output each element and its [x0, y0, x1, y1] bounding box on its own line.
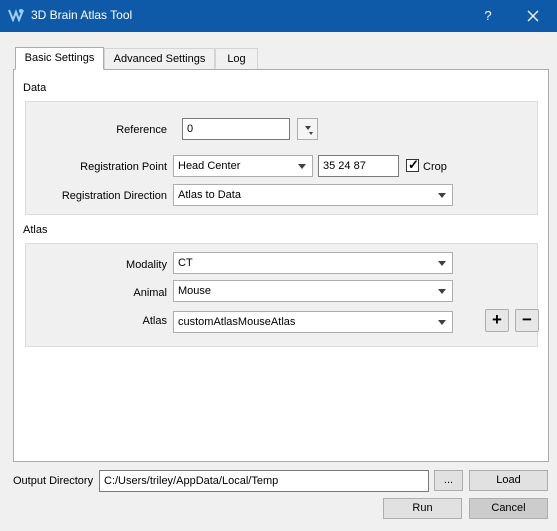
plus-icon: +	[492, 310, 502, 329]
modality-value: CT	[178, 257, 193, 269]
animal-select[interactable]: Mouse	[173, 280, 453, 302]
atlas-groupbox: Modality CT Animal Mouse Atlas customAtl…	[25, 243, 539, 347]
chevron-down-icon	[438, 289, 446, 294]
window-title: 3D Brain Atlas Tool	[31, 8, 133, 22]
chevron-down-icon	[438, 261, 446, 266]
animal-label: Animal	[133, 287, 167, 299]
registration-direction-select[interactable]: Atlas to Data	[173, 184, 453, 206]
atlas-label: Atlas	[142, 315, 167, 327]
load-button[interactable]: Load	[469, 470, 548, 491]
registration-direction-label: Registration Direction	[61, 190, 167, 202]
atlas-section-heading: Atlas	[23, 224, 48, 236]
basic-settings-panel: Data Reference Registration Point Head C…	[13, 69, 549, 462]
chevron-down-icon	[438, 320, 446, 325]
crop-checkbox[interactable]: ✓	[406, 157, 419, 172]
minus-icon: −	[522, 310, 532, 329]
registration-direction-value: Atlas to Data	[178, 189, 241, 201]
title-bar: 3D Brain Atlas Tool ?	[0, 0, 557, 32]
atlas-value: customAtlasMouseAtlas	[178, 316, 296, 328]
modality-select[interactable]: CT	[173, 252, 453, 274]
data-groupbox: Reference Registration Point Head Center…	[25, 101, 538, 215]
modality-label: Modality	[126, 259, 167, 271]
small-chevron-down-icon	[309, 132, 313, 135]
cancel-button[interactable]: Cancel	[469, 498, 548, 519]
crop-label: Crop	[423, 161, 447, 173]
chevron-down-icon	[305, 126, 311, 130]
chevron-down-icon	[438, 193, 446, 198]
help-button[interactable]: ?	[472, 0, 504, 32]
chevron-down-icon	[298, 164, 306, 169]
checkmark-icon: ✓	[408, 157, 419, 172]
registration-point-label: Registration Point	[80, 161, 167, 173]
close-icon	[527, 10, 539, 22]
animal-value: Mouse	[178, 285, 212, 297]
run-button[interactable]: Run	[383, 498, 462, 519]
output-directory-input[interactable]	[99, 470, 429, 492]
app-logo-icon	[8, 9, 24, 22]
registration-coords-input[interactable]	[318, 155, 399, 177]
output-directory-label: Output Directory	[13, 475, 94, 487]
reference-input[interactable]	[182, 118, 290, 140]
tab-log[interactable]: Log	[215, 48, 258, 71]
data-section-heading: Data	[23, 82, 47, 94]
browse-button[interactable]: ...	[434, 470, 463, 491]
registration-point-select[interactable]: Head Center	[173, 155, 313, 177]
close-button[interactable]	[515, 0, 551, 32]
remove-atlas-button[interactable]: −	[515, 309, 539, 332]
tab-basic-settings[interactable]: Basic Settings	[15, 47, 104, 70]
reference-label: Reference	[116, 124, 167, 136]
registration-point-value: Head Center	[178, 160, 241, 172]
atlas-select[interactable]: customAtlasMouseAtlas	[173, 311, 453, 333]
reference-dropdown-button[interactable]	[297, 118, 318, 140]
tab-advanced-settings[interactable]: Advanced Settings	[104, 48, 215, 71]
add-atlas-button[interactable]: +	[485, 309, 509, 332]
